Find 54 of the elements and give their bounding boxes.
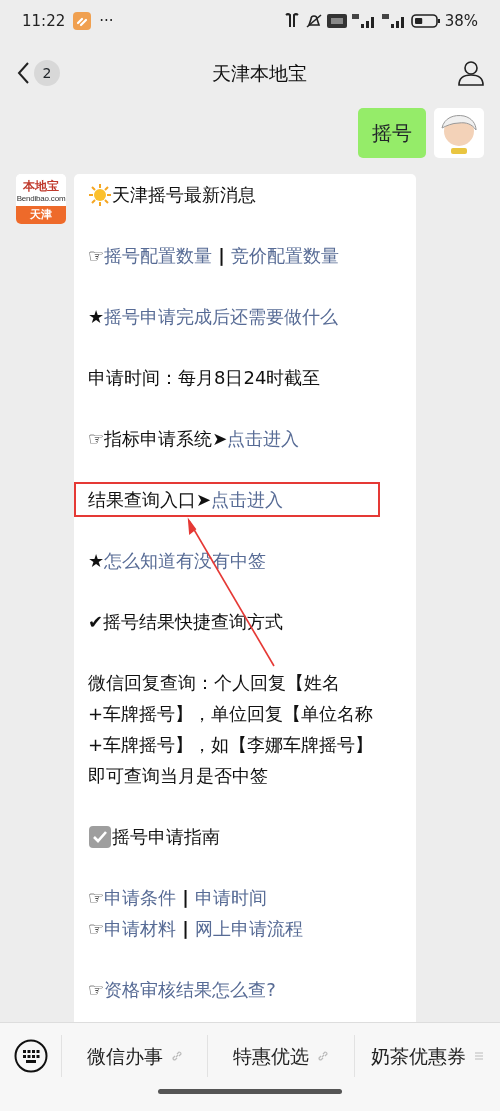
message-text: ★ xyxy=(88,305,105,329)
sent-message: 摇号 xyxy=(358,108,426,158)
link-icon xyxy=(317,1050,329,1062)
message-text: +车牌摇号】，单位回复【单位名称 xyxy=(88,702,374,726)
logo-text: 天津 xyxy=(16,206,66,224)
menu-icon xyxy=(473,1051,484,1061)
message-text: 申请时间：每月8日24时截至 xyxy=(88,366,321,390)
clock: 11:22 xyxy=(22,10,66,32)
separator: | xyxy=(182,917,189,941)
message-text: +车牌摇号】，如【李娜车牌摇号】 xyxy=(88,733,374,757)
message-text: 即可查询当月是否中签 xyxy=(88,764,268,788)
battery-percentage: 38% xyxy=(444,10,478,32)
menu-item[interactable]: 奶茶优惠券 xyxy=(354,1035,500,1077)
message-link[interactable]: 申请时间 xyxy=(194,882,267,913)
menu-item[interactable]: 微信办事 xyxy=(62,1035,209,1077)
message-text: ☞ xyxy=(88,978,105,1002)
message-link[interactable]: 摇号申请完成后还需要做什么 xyxy=(104,301,339,332)
separator: | xyxy=(218,244,225,268)
message-link[interactable]: 网上申请流程 xyxy=(194,913,303,944)
message-link[interactable]: 资格审核结果怎么查? xyxy=(104,974,276,1005)
profile-icon[interactable] xyxy=(458,60,484,86)
message-link[interactable]: 摇号配置数量 xyxy=(104,240,213,271)
message-text: ★ xyxy=(88,549,105,573)
sun-icon xyxy=(88,182,112,207)
message-text: ☞ xyxy=(88,244,105,268)
more-notifications: ··· xyxy=(99,10,114,32)
keyboard-icon[interactable] xyxy=(13,1039,48,1073)
message-link[interactable]: 点击进入 xyxy=(227,423,300,454)
message-link[interactable]: 竞价配置数量 xyxy=(230,240,339,271)
message-link[interactable]: 申请材料 xyxy=(104,913,177,944)
message-text: ☞ xyxy=(88,886,105,910)
message-text: ☞ xyxy=(88,917,105,941)
back-icon[interactable] xyxy=(16,61,30,85)
logo-text: 本地宝 xyxy=(22,178,60,194)
message-text: ☞指标申请系统➤ xyxy=(88,427,228,451)
message-text: 天津摇号最新消息 xyxy=(112,183,256,207)
checkbox-icon xyxy=(88,824,112,849)
app-notification-icon xyxy=(73,12,92,30)
message-text: 结果查询入口➤ xyxy=(88,488,212,512)
logo-url: Bendibao.com xyxy=(16,194,66,203)
mute-icon xyxy=(304,13,323,29)
separator: | xyxy=(182,886,189,910)
message-link[interactable]: 点击进入 xyxy=(211,484,284,515)
unread-count: 2 xyxy=(34,60,60,86)
message-text: 摇号申请指南 xyxy=(112,825,220,849)
battery-icon xyxy=(410,13,441,29)
message-text: 微信回复查询：个人回复【姓名 xyxy=(88,671,340,695)
message-text: ✔摇号结果快捷查询方式 xyxy=(88,610,284,634)
user-avatar xyxy=(434,108,484,158)
chat-title: 天津本地宝 xyxy=(211,60,307,86)
menu-item[interactable]: 特惠优选 xyxy=(208,1035,355,1077)
link-icon xyxy=(170,1050,183,1062)
message-link[interactable]: 怎么知道有没有中签 xyxy=(104,545,267,576)
message-link[interactable]: 申请条件 xyxy=(104,882,177,913)
